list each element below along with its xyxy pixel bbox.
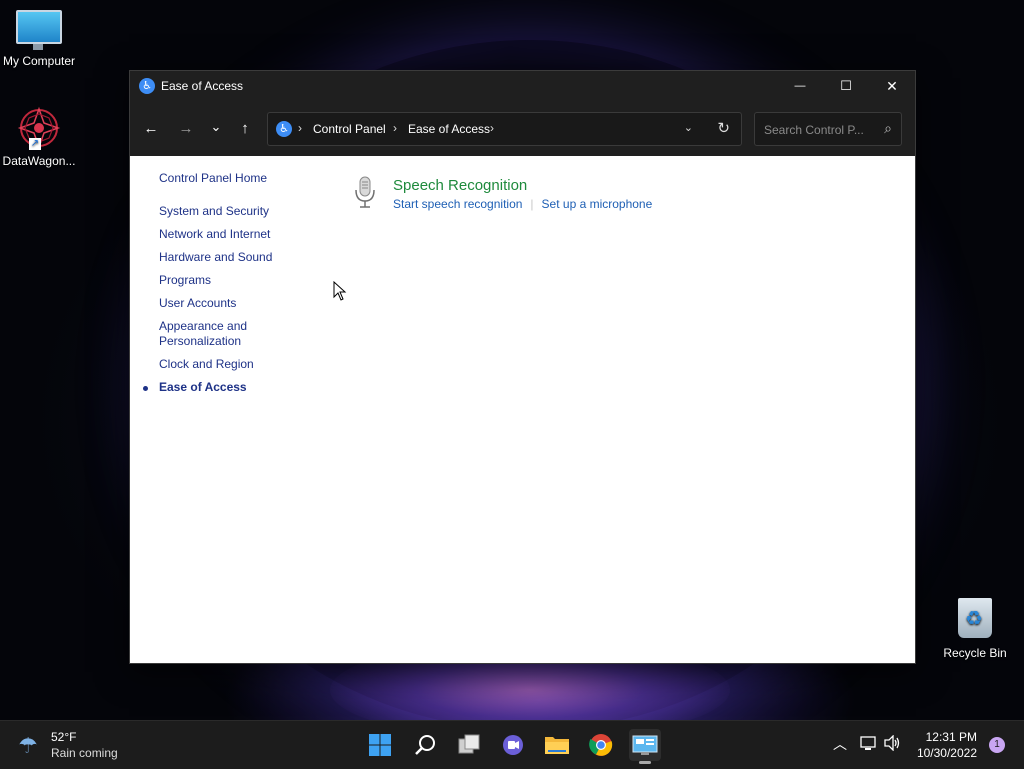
set-up-microphone-link[interactable]: Set up a microphone (542, 197, 653, 211)
sidebar-item-ease-of-access[interactable]: Ease of Access (143, 380, 339, 395)
sidebar-item-appearance[interactable]: Appearance and Personalization (159, 319, 259, 349)
desktop-icon-label: DataWagon... (2, 154, 76, 168)
chat-icon (503, 735, 523, 755)
desktop-icon-recycle-bin[interactable]: Recycle Bin (933, 598, 1017, 660)
address-bar[interactable]: ♿ › Control Panel › Ease of Access › ⌄ ↻ (267, 112, 742, 146)
search-icon[interactable]: ⌕ (884, 120, 892, 137)
minimize-button[interactable]: — (777, 71, 823, 101)
search-box[interactable]: ⌕ (754, 112, 902, 146)
show-hidden-icons-button[interactable]: ︿ (833, 734, 847, 754)
refresh-button[interactable]: ↻ (717, 119, 730, 137)
sidebar-item-programs[interactable]: Programs (159, 273, 339, 288)
control-panel-taskbar-button[interactable] (629, 729, 661, 764)
ease-of-access-icon: ♿ (276, 121, 292, 137)
breadcrumb-control-panel[interactable]: Control Panel (313, 122, 386, 136)
desktop-icon-label: Recycle Bin (943, 646, 1007, 660)
chevron-right-icon[interactable]: › (490, 121, 494, 135)
title-bar[interactable]: ♿ Ease of Access — ☐ ✕ (130, 71, 915, 101)
chat-button[interactable] (497, 729, 529, 761)
datawagon-icon: ↗ (17, 106, 61, 150)
notification-badge[interactable]: 1 (989, 737, 1005, 753)
rain-umbrella-icon: ☂ (18, 733, 38, 758)
up-button[interactable]: ↑ (235, 119, 255, 139)
task-view-icon (458, 734, 480, 754)
chevron-right-icon[interactable]: › (393, 121, 397, 135)
ease-of-access-icon: ♿ (139, 78, 155, 94)
breadcrumb-ease-of-access[interactable]: Ease of Access (408, 122, 490, 136)
search-icon (415, 735, 435, 755)
window-title: Ease of Access (161, 79, 244, 93)
clock-date: 10/30/2022 (916, 746, 977, 760)
desktop-icon-my-computer[interactable]: My Computer (0, 10, 81, 68)
chrome-button[interactable] (585, 729, 617, 761)
sidebar-item-system-security[interactable]: System and Security (159, 204, 339, 219)
speech-recognition-title[interactable]: Speech Recognition (393, 177, 527, 194)
task-view-button[interactable] (453, 729, 485, 761)
weather-temperature: 52°F (51, 730, 77, 744)
windows-logo-icon (369, 734, 391, 756)
sidebar: Control Panel Home System and Security N… (143, 171, 339, 403)
desktop-icon-label: My Computer (2, 54, 76, 68)
shortcut-arrow-icon: ↗ (29, 138, 41, 150)
back-button[interactable]: ← (141, 119, 161, 139)
system-clock[interactable]: 12:31 PM 10/30/2022 (917, 729, 977, 761)
desktop-icon-datawagon[interactable]: ↗ DataWagon... (0, 106, 81, 168)
control-panel-window: ♿ Ease of Access — ☐ ✕ ← → ⌄ ↑ ♿ › Contr… (129, 70, 916, 664)
file-explorer-button[interactable] (541, 729, 573, 761)
search-input[interactable] (762, 120, 874, 140)
recent-locations-button[interactable]: ⌄ (206, 117, 226, 137)
control-panel-icon (632, 735, 658, 755)
chevron-right-icon: › (298, 121, 302, 135)
link-divider: | (530, 197, 534, 211)
chrome-icon (589, 734, 613, 756)
volume-icon[interactable] (884, 734, 902, 755)
sidebar-item-home[interactable]: Control Panel Home (159, 171, 339, 186)
search-taskbar-button[interactable] (409, 729, 441, 761)
sidebar-item-hardware-sound[interactable]: Hardware and Sound (159, 250, 339, 265)
navigation-bar: ← → ⌄ ↑ ♿ › Control Panel › Ease of Acce… (130, 101, 915, 156)
start-button[interactable] (364, 729, 396, 761)
taskbar: ☂ 52°F Rain coming ︿ 12:31 PM 10/30/2022… (0, 720, 1024, 769)
microphone-icon (352, 176, 378, 210)
sidebar-item-network-internet[interactable]: Network and Internet (159, 227, 339, 242)
forward-button[interactable]: → (176, 119, 196, 139)
maximize-button[interactable]: ☐ (823, 71, 869, 101)
computer-icon (16, 10, 62, 50)
close-button[interactable]: ✕ (869, 71, 915, 101)
sidebar-item-user-accounts[interactable]: User Accounts (159, 296, 339, 311)
folder-icon (545, 737, 569, 754)
sidebar-item-clock-region[interactable]: Clock and Region (159, 357, 339, 372)
weather-condition: Rain coming (51, 746, 118, 760)
address-dropdown-button[interactable]: ⌄ (684, 121, 693, 134)
content-area: Control Panel Home System and Security N… (130, 156, 915, 663)
start-speech-recognition-link[interactable]: Start speech recognition (393, 197, 522, 211)
recycle-bin-icon (958, 598, 992, 638)
clock-time: 12:31 PM (925, 730, 977, 744)
weather-widget[interactable]: ☂ 52°F Rain coming (18, 729, 128, 761)
network-icon[interactable] (860, 735, 878, 755)
